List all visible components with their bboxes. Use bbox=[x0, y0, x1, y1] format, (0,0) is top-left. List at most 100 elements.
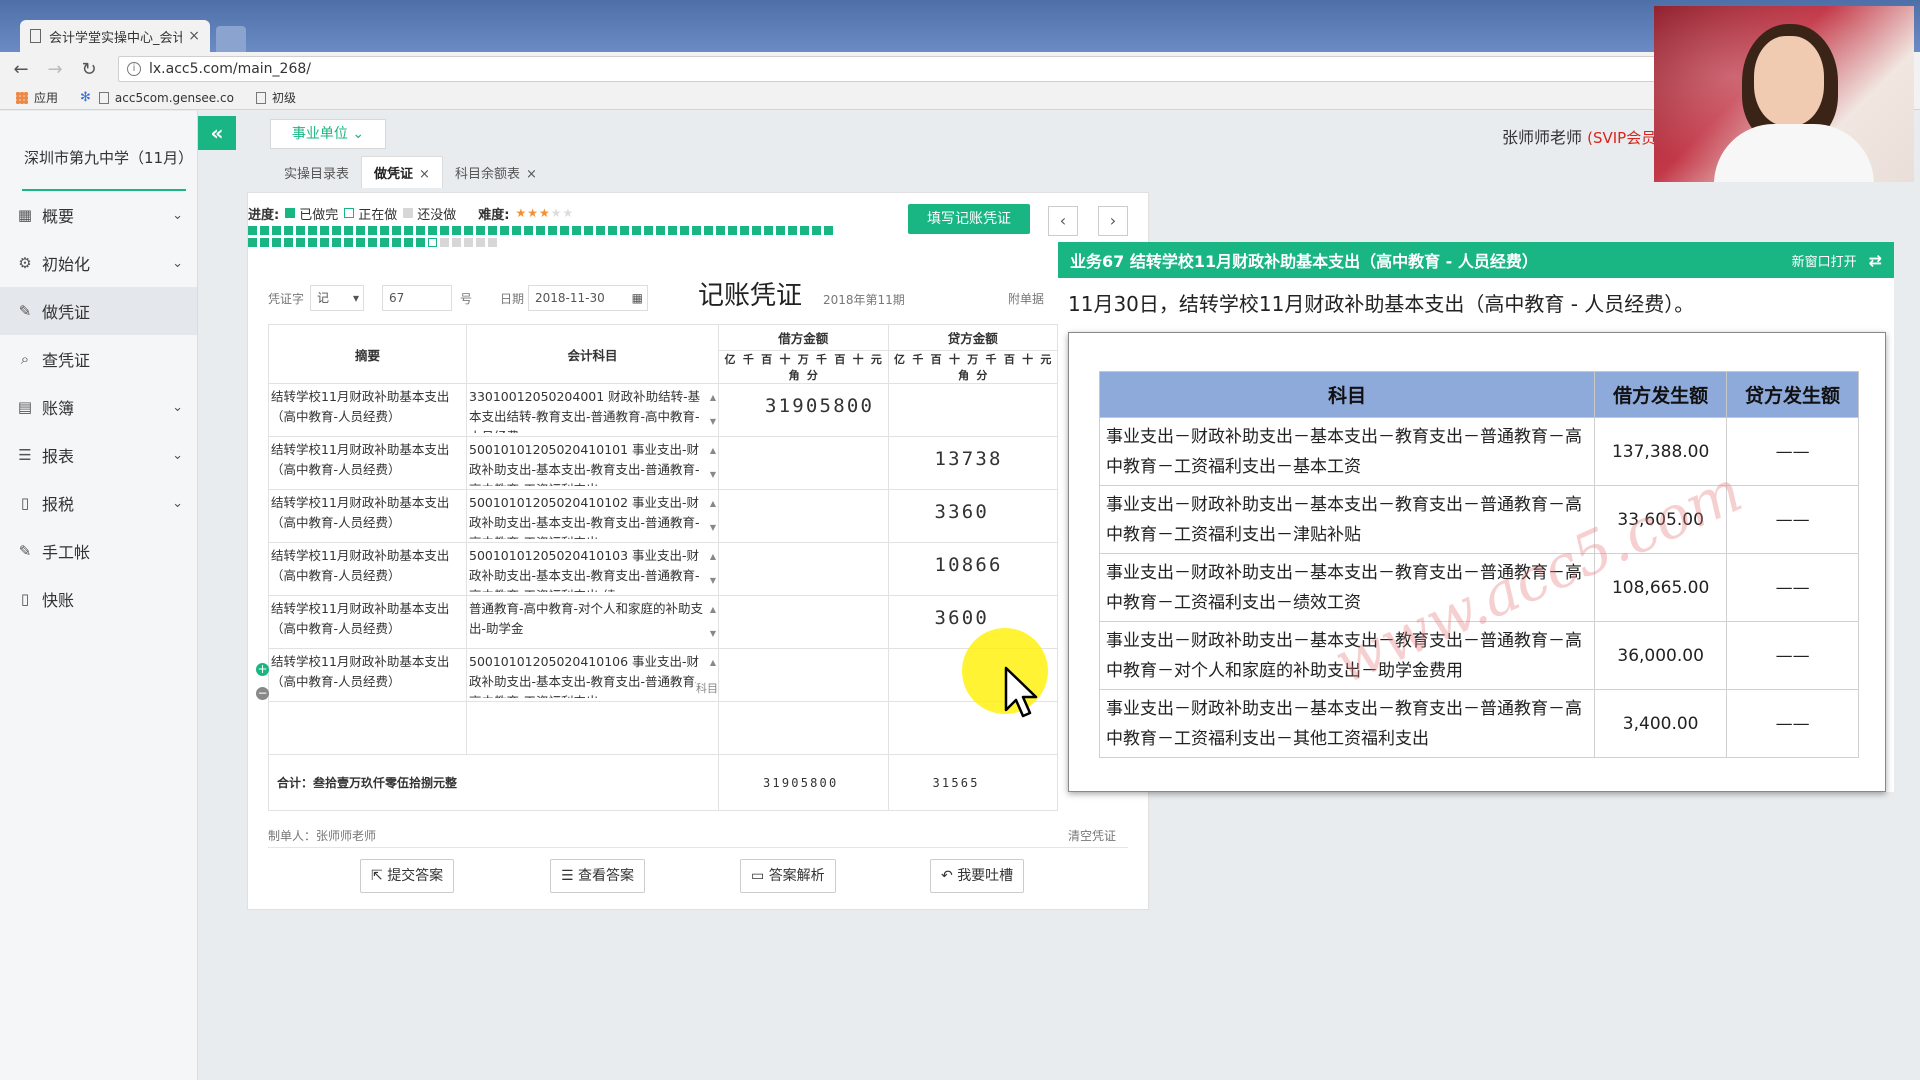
task-done-cell[interactable] bbox=[416, 226, 425, 235]
summary-cell[interactable] bbox=[268, 701, 467, 755]
credit-cell[interactable]: 13738 bbox=[887, 436, 1058, 490]
new-tab-button[interactable] bbox=[216, 26, 246, 52]
task-done-cell[interactable] bbox=[596, 226, 605, 235]
bookmark-chuji[interactable]: 初级 bbox=[255, 89, 296, 106]
summary-cell[interactable]: 结转学校11月财政补助基本支出（高中教育-人员经费） bbox=[268, 489, 467, 543]
back-arrow-icon[interactable]: ← bbox=[8, 59, 34, 80]
task-done-cell[interactable] bbox=[776, 226, 785, 235]
task-done-cell[interactable] bbox=[620, 226, 629, 235]
next-button[interactable]: › bbox=[1098, 206, 1128, 236]
task-done-cell[interactable] bbox=[296, 238, 305, 247]
task-todo-cell[interactable] bbox=[464, 238, 473, 247]
summary-cell[interactable]: 结转学校11月财政补助基本支出（高中教育-人员经费） bbox=[268, 383, 467, 437]
scroll-up-icon[interactable]: ▲ bbox=[710, 600, 716, 620]
browser-tab[interactable]: 会计学堂实操中心_会计 × bbox=[20, 20, 210, 52]
task-done-cell[interactable] bbox=[416, 238, 425, 247]
scroll-up-icon[interactable]: ▲ bbox=[710, 547, 716, 567]
task-done-cell[interactable] bbox=[764, 226, 773, 235]
collapse-sidebar-button[interactable]: « bbox=[198, 116, 236, 150]
url-input[interactable]: i lx.acc5.com/main_268/ bbox=[118, 56, 1738, 82]
task-done-cell[interactable] bbox=[572, 226, 581, 235]
tab-balance-sheet[interactable]: 科目余额表 × bbox=[443, 157, 549, 188]
user-info[interactable]: 张师师老师 (SVIP会员 bbox=[1502, 124, 1656, 148]
task-done-cell[interactable] bbox=[356, 238, 365, 247]
task-done-cell[interactable] bbox=[740, 226, 749, 235]
task-todo-cell[interactable] bbox=[440, 238, 449, 247]
sidebar-item-8[interactable]: ▯ 快账 bbox=[0, 575, 197, 623]
clear-voucher-button[interactable]: 清空凭证 bbox=[1068, 827, 1116, 844]
task-done-cell[interactable] bbox=[524, 226, 533, 235]
account-tag[interactable]: 科目 bbox=[696, 679, 718, 699]
close-tab-icon[interactable]: × bbox=[419, 167, 430, 182]
task-done-cell[interactable] bbox=[404, 226, 413, 235]
task-done-cell[interactable] bbox=[428, 226, 437, 235]
sidebar-item-3[interactable]: ⌕ 查凭证 bbox=[0, 335, 197, 383]
task-done-cell[interactable] bbox=[284, 226, 293, 235]
scroll-down-icon[interactable]: ▼ bbox=[710, 518, 716, 538]
task-done-cell[interactable] bbox=[344, 238, 353, 247]
scroll-down-icon[interactable]: ▼ bbox=[710, 571, 716, 591]
task-done-cell[interactable] bbox=[296, 226, 305, 235]
task-done-cell[interactable] bbox=[308, 226, 317, 235]
task-done-cell[interactable] bbox=[560, 226, 569, 235]
task-done-cell[interactable] bbox=[260, 226, 269, 235]
calendar-icon[interactable]: ▦ bbox=[632, 286, 643, 310]
complain-button[interactable]: ↶ 我要吐槽 bbox=[930, 859, 1025, 893]
task-done-cell[interactable] bbox=[356, 226, 365, 235]
reload-icon[interactable]: ↻ bbox=[76, 59, 102, 80]
sidebar-item-1[interactable]: ⚙ 初始化 ⌄ bbox=[0, 239, 197, 287]
sidebar-item-4[interactable]: ▤ 账簿 ⌄ bbox=[0, 383, 197, 431]
task-done-cell[interactable] bbox=[308, 238, 317, 247]
task-done-cell[interactable] bbox=[272, 226, 281, 235]
task-done-cell[interactable] bbox=[344, 226, 353, 235]
task-done-cell[interactable] bbox=[788, 226, 797, 235]
task-done-cell[interactable] bbox=[464, 226, 473, 235]
task-done-cell[interactable] bbox=[452, 226, 461, 235]
scroll-down-icon[interactable]: ▼ bbox=[710, 412, 716, 432]
scroll-down-icon[interactable]: ▼ bbox=[710, 465, 716, 485]
task-done-cell[interactable] bbox=[668, 226, 677, 235]
tab-make-voucher[interactable]: 做凭证 × bbox=[361, 156, 443, 188]
task-done-cell[interactable] bbox=[332, 238, 341, 247]
task-done-cell[interactable] bbox=[500, 226, 509, 235]
task-done-cell[interactable] bbox=[380, 226, 389, 235]
credit-cell[interactable]: 10866 bbox=[887, 542, 1058, 596]
task-done-cell[interactable] bbox=[248, 238, 257, 247]
swap-icon[interactable]: ⇄ bbox=[1869, 251, 1882, 270]
debit-cell[interactable]: 31905800 bbox=[718, 383, 889, 437]
scroll-up-icon[interactable]: ▲ bbox=[710, 388, 716, 408]
task-done-cell[interactable] bbox=[656, 226, 665, 235]
credit-cell[interactable] bbox=[887, 383, 1058, 437]
sidebar-item-2[interactable]: ✎ 做凭证 bbox=[0, 287, 197, 335]
task-done-cell[interactable] bbox=[728, 226, 737, 235]
task-done-cell[interactable] bbox=[644, 226, 653, 235]
task-done-cell[interactable] bbox=[716, 226, 725, 235]
task-done-cell[interactable] bbox=[512, 226, 521, 235]
task-done-cell[interactable] bbox=[548, 226, 557, 235]
account-cell[interactable]: 50010101205020410102 事业支出-财政补助支出-基本支出-教育… bbox=[466, 489, 719, 543]
close-tab-icon[interactable]: × bbox=[526, 167, 537, 182]
sidebar-item-7[interactable]: ✎ 手工帐 bbox=[0, 527, 197, 575]
bookmark-apps[interactable]: 应用 bbox=[16, 89, 58, 106]
task-done-cell[interactable] bbox=[752, 226, 761, 235]
task-done-cell[interactable] bbox=[248, 226, 257, 235]
task-done-cell[interactable] bbox=[488, 226, 497, 235]
task-done-cell[interactable] bbox=[320, 226, 329, 235]
view-answer-button[interactable]: ☰ 查看答案 bbox=[550, 859, 646, 893]
account-cell[interactable] bbox=[466, 701, 719, 755]
scroll-up-icon[interactable]: ▲ bbox=[710, 653, 716, 673]
open-new-window-link[interactable]: 新窗口打开 bbox=[1792, 251, 1857, 270]
account-cell[interactable]: 50010101205020410103 事业支出-财政补助支出-基本支出-教育… bbox=[466, 542, 719, 596]
task-done-cell[interactable] bbox=[476, 226, 485, 235]
task-done-cell[interactable] bbox=[680, 226, 689, 235]
debit-cell[interactable] bbox=[718, 648, 889, 702]
task-current-cell[interactable] bbox=[428, 238, 437, 247]
summary-cell[interactable]: 结转学校11月财政补助基本支出（高中教育-人员经费） bbox=[268, 595, 467, 649]
task-done-cell[interactable] bbox=[704, 226, 713, 235]
debit-cell[interactable] bbox=[718, 436, 889, 490]
bookmark-gensee[interactable]: ✻ acc5com.gensee.co bbox=[80, 90, 234, 105]
answer-analysis-button[interactable]: ▭ 答案解析 bbox=[740, 859, 836, 893]
debit-cell[interactable] bbox=[718, 595, 889, 649]
fill-voucher-button[interactable]: 填写记账凭证 bbox=[908, 204, 1030, 234]
task-done-cell[interactable] bbox=[272, 238, 281, 247]
